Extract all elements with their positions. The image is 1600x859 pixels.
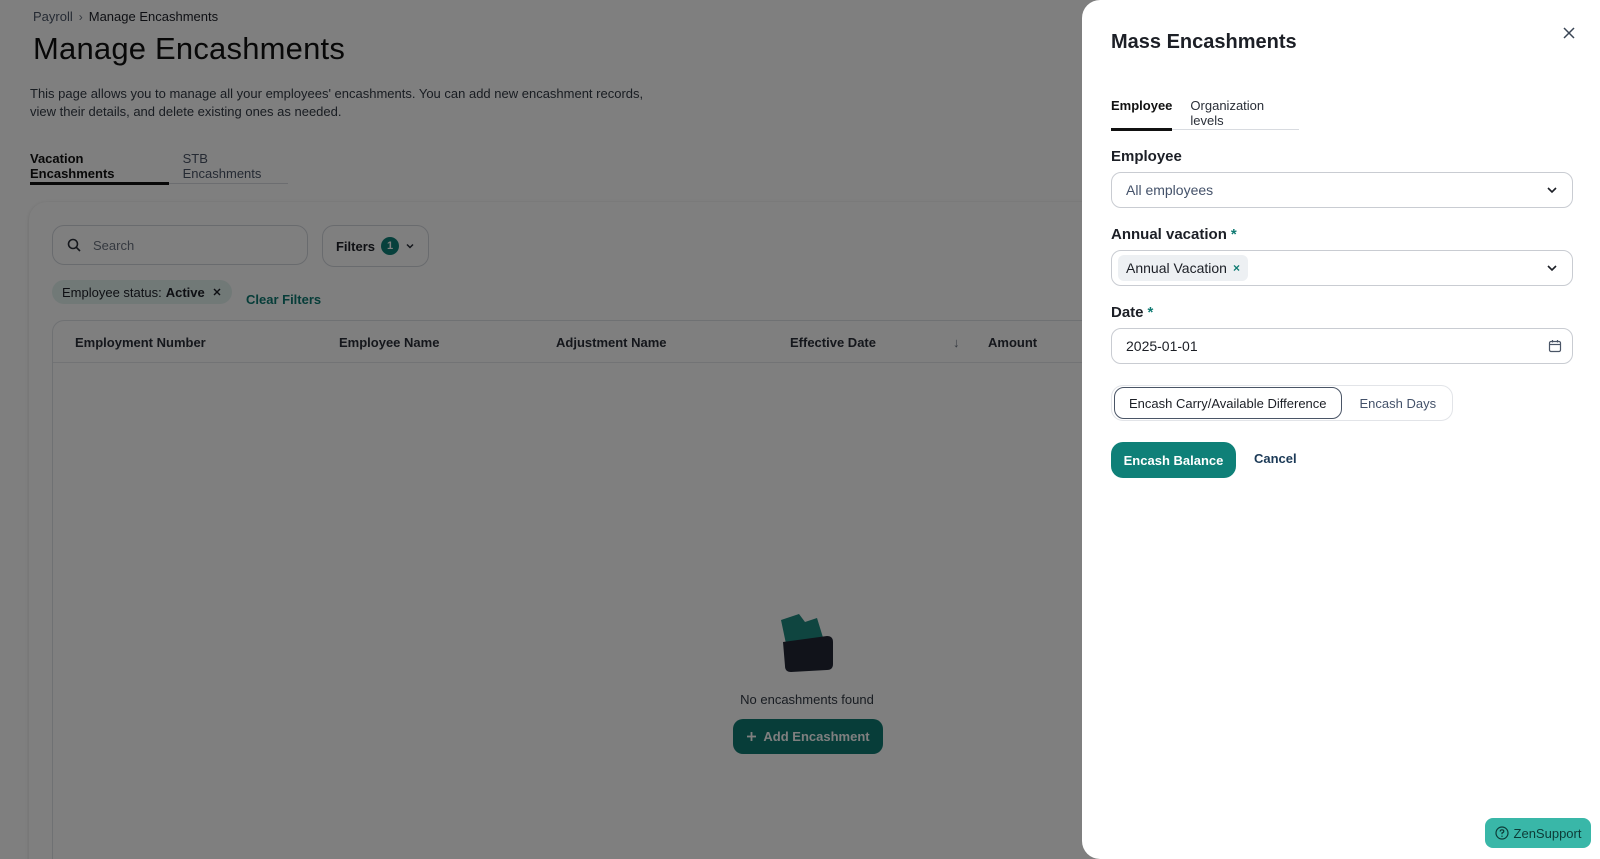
date-input[interactable]: 2025-01-01 — [1111, 328, 1573, 364]
tab-organization-levels[interactable]: Organization levels — [1190, 96, 1299, 129]
tag-remove-icon[interactable]: × — [1233, 261, 1240, 275]
date-input-value: 2025-01-01 — [1126, 338, 1198, 354]
close-button[interactable] — [1558, 22, 1580, 44]
chevron-down-icon — [1547, 187, 1557, 194]
selected-tag: Annual Vacation × — [1118, 255, 1248, 281]
required-marker: * — [1230, 226, 1237, 243]
annual-vacation-select[interactable]: Annual Vacation × — [1111, 250, 1573, 286]
help-circle-icon — [1494, 826, 1509, 840]
employee-select[interactable]: All employees — [1111, 172, 1573, 208]
zensupport-button[interactable]: ZenSupport — [1485, 818, 1591, 848]
option-encash-carry-difference[interactable]: Encash Carry/Available Difference — [1114, 387, 1342, 419]
encash-mode-toggle: Encash Carry/Available Difference Encash… — [1111, 385, 1454, 421]
calendar-icon[interactable] — [1548, 339, 1562, 353]
date-label-text: Date — [1111, 304, 1144, 321]
annual-vacation-label-text: Annual vacation — [1111, 226, 1227, 243]
mass-encashments-drawer: Mass Encashments Employee Organization l… — [1082, 0, 1600, 859]
cancel-button[interactable]: Cancel — [1254, 451, 1297, 466]
chevron-down-icon — [1547, 265, 1557, 272]
drawer-tabs: Employee Organization levels — [1111, 96, 1299, 131]
date-label: Date * — [1111, 304, 1153, 321]
required-marker: * — [1147, 304, 1154, 321]
tab-employee[interactable]: Employee — [1111, 96, 1173, 131]
option-encash-days[interactable]: Encash Days — [1346, 387, 1451, 419]
selected-tag-label: Annual Vacation — [1126, 260, 1227, 276]
close-icon — [1563, 27, 1575, 39]
zensupport-label: ZenSupport — [1513, 825, 1582, 841]
annual-vacation-label: Annual vacation * — [1111, 226, 1237, 243]
employee-select-value: All employees — [1126, 182, 1214, 198]
employee-label: Employee — [1111, 148, 1182, 165]
employee-label-text: Employee — [1111, 148, 1182, 165]
drawer-title: Mass Encashments — [1111, 31, 1297, 53]
encash-balance-button[interactable]: Encash Balance — [1111, 442, 1236, 478]
